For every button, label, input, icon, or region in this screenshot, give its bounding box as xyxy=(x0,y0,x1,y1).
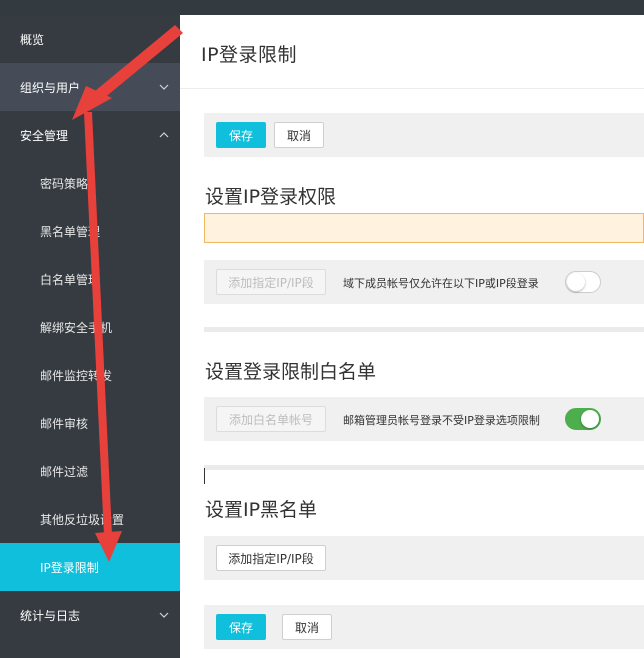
sidebar-item-blacklist[interactable]: 黑名单管理 xyxy=(0,207,180,255)
main-panel: IP登录限制 保存 取消 设置IP登录权限 添加指定IP/IP段 域下成员帐号仅… xyxy=(180,15,644,658)
chevron-down-icon xyxy=(158,609,170,621)
save-button[interactable]: 保存 xyxy=(216,614,266,640)
sidebar-item-label: 概览 xyxy=(20,32,45,47)
section-title-whitelist: 设置登录限制白名单 xyxy=(205,361,377,383)
sidebar-item-whitelist[interactable]: 白名单管理 xyxy=(0,255,180,303)
sidebar-item-mail-filter[interactable]: 邮件过滤 xyxy=(0,447,180,495)
ip-permission-row: 添加指定IP/IP段 域下成员帐号仅允许在以下IP或IP段登录 xyxy=(204,260,644,304)
sidebar-item-label: 解绑安全手机 xyxy=(40,320,113,335)
top-bar xyxy=(0,0,644,15)
sidebar-item-label: 其他反垃圾设置 xyxy=(40,512,125,527)
sidebar: 概览 组织与用户 安全管理 密码策略 黑名单管理 白名单管理 解绑安全手机 邮件… xyxy=(0,15,180,658)
sidebar-item-security[interactable]: 安全管理 xyxy=(0,111,180,159)
sidebar-item-label: 邮件过滤 xyxy=(40,464,89,479)
add-blacklist-ip-button[interactable]: 添加指定IP/IP段 xyxy=(216,545,326,571)
whitelist-toggle[interactable] xyxy=(565,408,601,430)
whitelist-option-label: 邮箱管理员帐号登录不受IP登录选项限制 xyxy=(343,414,540,427)
section-separator xyxy=(204,327,644,332)
section-title-ip-permission: 设置IP登录权限 xyxy=(205,186,337,208)
sidebar-item-antispam[interactable]: 其他反垃圾设置 xyxy=(0,495,180,543)
section-title-ip-blacklist: 设置IP黑名单 xyxy=(205,499,318,521)
add-whitelist-account-button[interactable]: 添加白名单帐号 xyxy=(216,406,326,432)
sidebar-item-ip-login-limit[interactable]: IP登录限制 xyxy=(0,543,180,591)
sidebar-item-label: 安全管理 xyxy=(20,128,69,143)
sidebar-item-stats-logs[interactable]: 统计与日志 xyxy=(0,591,180,639)
warning-bar xyxy=(204,213,644,243)
sidebar-item-label: 密码策略 xyxy=(40,176,89,191)
sidebar-item-mail-review[interactable]: 邮件审核 xyxy=(0,399,180,447)
sidebar-item-label: 统计与日志 xyxy=(20,608,81,623)
chevron-down-icon xyxy=(158,81,170,93)
sidebar-item-label: IP登录限制 xyxy=(40,560,99,575)
page-title: IP登录限制 xyxy=(201,44,298,66)
text-cursor xyxy=(204,468,205,484)
sidebar-item-label: 邮件监控转发 xyxy=(40,368,113,383)
sidebar-item-mail-monitor[interactable]: 邮件监控转发 xyxy=(0,351,180,399)
chevron-up-icon xyxy=(158,129,170,141)
toolbar-bottom: 保存 取消 xyxy=(204,605,644,649)
ip-permission-option-label: 域下成员帐号仅允许在以下IP或IP段登录 xyxy=(343,277,539,290)
section-separator xyxy=(204,465,644,470)
sidebar-item-org-users[interactable]: 组织与用户 xyxy=(0,63,180,111)
sidebar-item-label: 白名单管理 xyxy=(40,272,101,287)
sidebar-item-password-policy[interactable]: 密码策略 xyxy=(0,159,180,207)
ip-permission-toggle[interactable] xyxy=(565,271,601,293)
whitelist-row: 添加白名单帐号 邮箱管理员帐号登录不受IP登录选项限制 xyxy=(204,397,644,441)
cancel-button[interactable]: 取消 xyxy=(274,122,324,148)
toggle-knob xyxy=(567,273,585,291)
save-button[interactable]: 保存 xyxy=(216,122,266,148)
cancel-button[interactable]: 取消 xyxy=(282,614,332,640)
toggle-knob xyxy=(581,410,599,428)
add-ip-range-button[interactable]: 添加指定IP/IP段 xyxy=(216,269,326,295)
sidebar-item-unbind-phone[interactable]: 解绑安全手机 xyxy=(0,303,180,351)
sidebar-item-label: 黑名单管理 xyxy=(40,224,101,239)
sidebar-item-overview[interactable]: 概览 xyxy=(0,15,180,63)
toolbar-top: 保存 取消 xyxy=(204,113,644,157)
ip-blacklist-row: 添加指定IP/IP段 xyxy=(204,536,644,580)
title-divider xyxy=(180,88,644,89)
sidebar-item-label: 组织与用户 xyxy=(20,80,81,95)
sidebar-item-label: 邮件审核 xyxy=(40,416,89,431)
